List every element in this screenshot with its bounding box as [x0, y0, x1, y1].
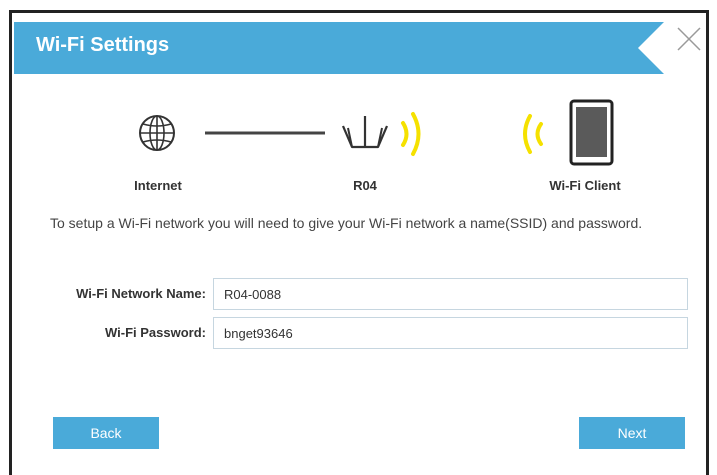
client-label: Wi-Fi Client — [549, 178, 621, 193]
internet-label: Internet — [134, 178, 182, 193]
back-button[interactable]: Back — [53, 417, 159, 449]
password-input[interactable] — [213, 317, 688, 349]
router-label: R04 — [353, 178, 377, 193]
network-name-input[interactable] — [213, 278, 688, 310]
network-name-label: Wi-Fi Network Name: — [76, 286, 206, 301]
network-diagram — [139, 99, 614, 166]
wifi-signal-icon — [401, 112, 421, 156]
globe-icon — [139, 115, 175, 151]
tablet-icon — [569, 99, 614, 166]
router-icon — [341, 116, 389, 149]
setup-description: To setup a Wi-Fi network you will need t… — [50, 215, 643, 231]
password-label: Wi-Fi Password: — [104, 325, 206, 340]
next-button[interactable]: Next — [579, 417, 685, 449]
client-signal-icon — [523, 114, 543, 154]
